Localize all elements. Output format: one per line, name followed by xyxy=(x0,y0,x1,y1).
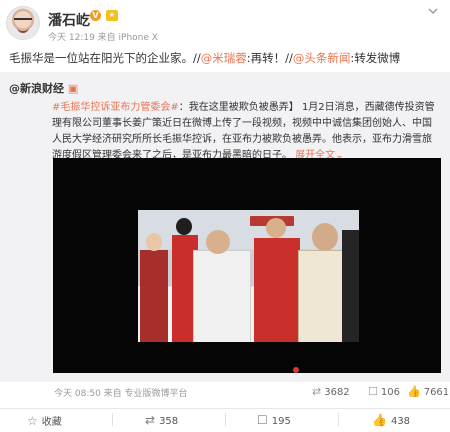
repost-icon: ⇄ xyxy=(312,385,322,398)
comment-icon: ☐ xyxy=(368,385,378,398)
favorite-button[interactable]: ☆ 收藏 xyxy=(27,413,62,428)
post-text: 毛振华是一位站在阳光下的企业家。//@米瑞蓉:再转！//@头条新闻:转发微博 xyxy=(9,50,400,66)
comment-button[interactable]: ☐ 195 xyxy=(257,413,291,427)
video-player[interactable] xyxy=(53,158,441,373)
repost-source[interactable]: @新浪财经 ▣ xyxy=(9,80,78,96)
repost-body: #毛振华控诉亚布力管委会#：我在这里被欺负被愚弄】 1月2日消息，西藏德传投资管… xyxy=(52,100,440,164)
author-name[interactable]: 潘石屹 xyxy=(48,10,90,30)
like-stat[interactable]: 👍 7661 xyxy=(407,385,449,403)
avatar[interactable] xyxy=(6,6,40,40)
repost-button[interactable]: ⇄ 358 xyxy=(145,413,178,427)
avatar-smile xyxy=(17,26,29,33)
post-text-main: 毛振华是一位站在阳光下的企业家。// xyxy=(9,51,201,65)
action-bar: ☆ 收藏 ⇄ 358 ☐ 195 👍 438 xyxy=(0,408,450,432)
video-progress[interactable] xyxy=(53,353,441,373)
repost-icon: ⇄ xyxy=(145,413,156,427)
verified-badge-icon: V xyxy=(90,10,101,21)
post-meta: 今天 12:19 来自 iPhone X xyxy=(48,33,158,43)
mention-link[interactable]: @头条新闻 xyxy=(293,51,351,65)
repost-stat[interactable]: ⇄ 3682 xyxy=(312,385,350,403)
star-icon: ☆ xyxy=(27,414,38,428)
video-frame xyxy=(138,210,359,342)
progress-dot[interactable] xyxy=(293,367,299,373)
repost-card[interactable]: @新浪财经 ▣ #毛振华控诉亚布力管委会#：我在这里被欺负被愚弄】 1月2日消息… xyxy=(0,72,450,399)
comment-stat[interactable]: ☐ 106 xyxy=(368,385,400,403)
chevron-down-icon[interactable] xyxy=(428,6,438,16)
avatar-glasses xyxy=(14,18,32,24)
comment-icon: ☐ xyxy=(257,413,268,427)
like-button[interactable]: 👍 438 xyxy=(372,413,410,427)
thumbs-up-icon: 👍 xyxy=(372,413,387,427)
member-crown-icon: ★ xyxy=(106,10,118,21)
post-text-end: :转发微博 xyxy=(350,51,401,65)
post-text-mid: :再转！// xyxy=(246,51,293,65)
mention-link[interactable]: @米瑞蓉 xyxy=(201,51,247,65)
topic-link[interactable]: #毛振华控诉亚布力管委会# xyxy=(52,102,179,113)
thumbs-up-icon: 👍 xyxy=(407,385,421,398)
repost-time: 今天 08:50 来自 专业版微博平台 xyxy=(54,389,188,399)
